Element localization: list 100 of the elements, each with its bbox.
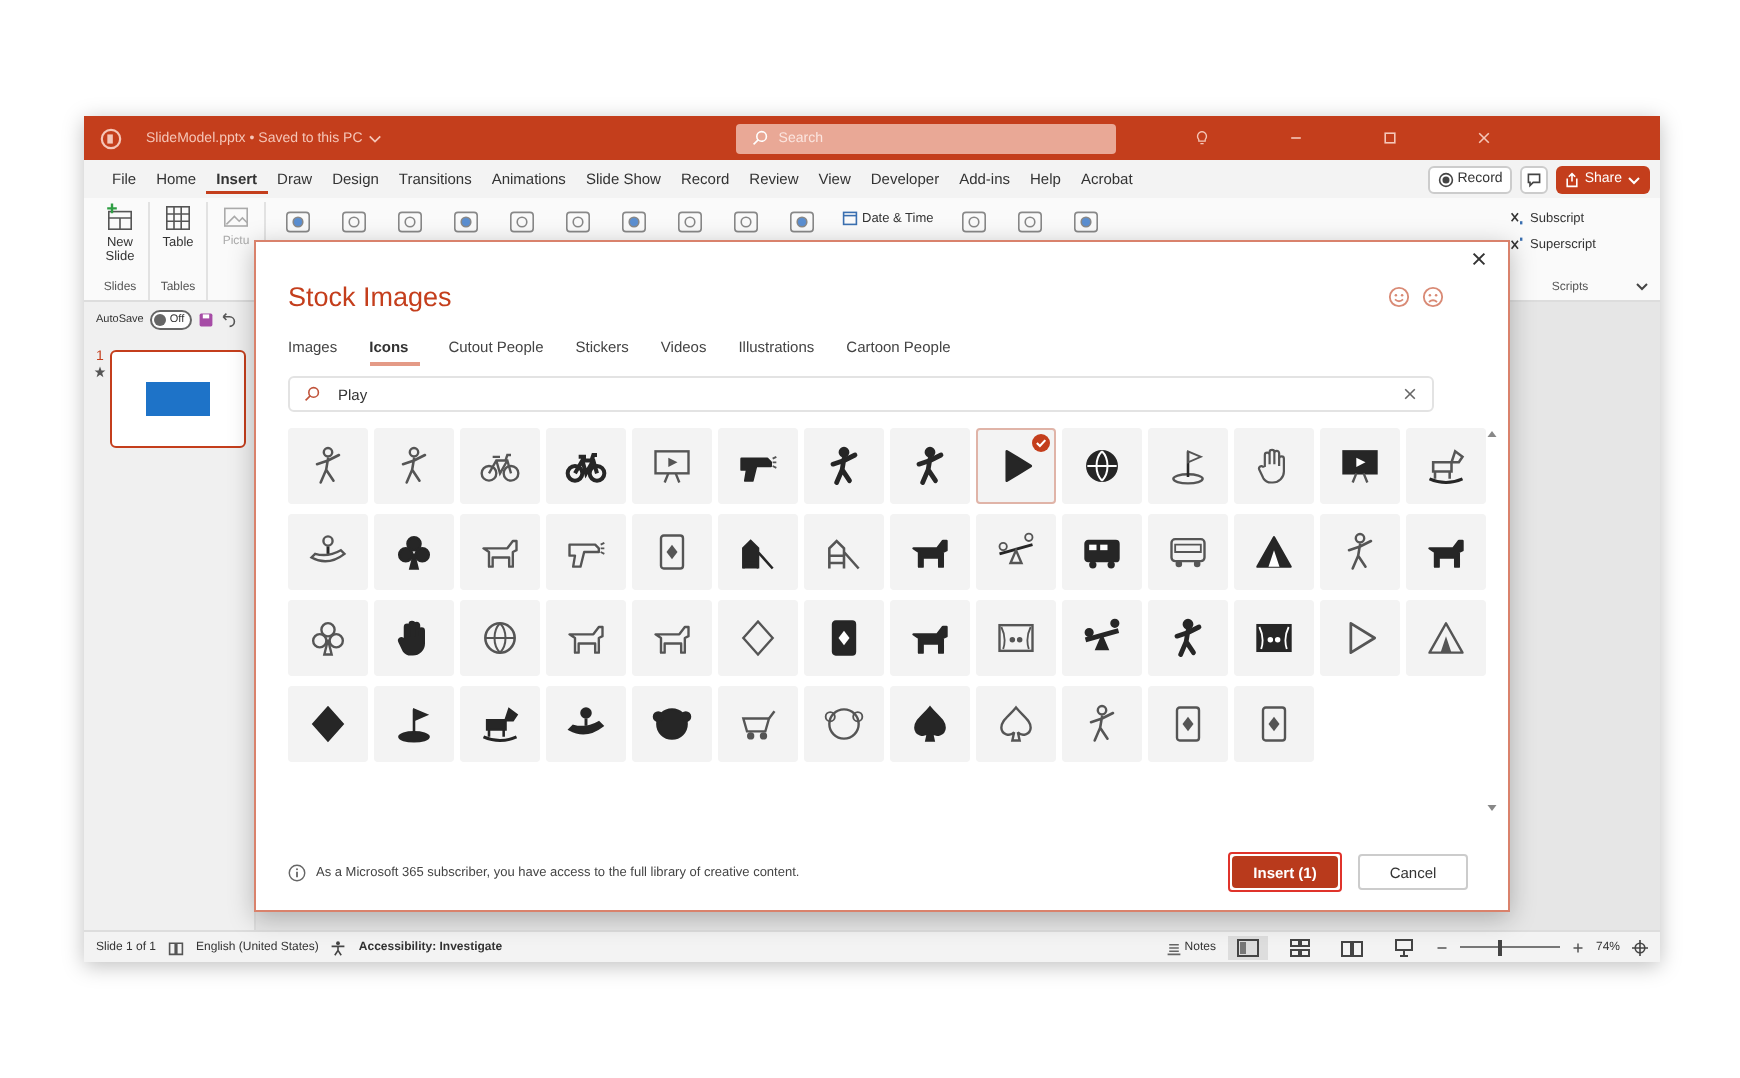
zoom-thumb[interactable] [1497, 939, 1502, 955]
icon-tile[interactable] [460, 686, 540, 762]
ribbon-tool-icon[interactable] [394, 206, 426, 238]
icon-tile[interactable] [460, 514, 540, 590]
smile-icon[interactable] [1388, 285, 1410, 307]
caret-icon [1626, 171, 1642, 187]
icon-tile[interactable] [718, 514, 798, 590]
app-logo-icon [100, 127, 122, 149]
ribbon-tool-icon[interactable] [730, 206, 762, 238]
icon-tile[interactable] [546, 428, 626, 504]
icon-tile[interactable] [1406, 514, 1486, 590]
icon-tile[interactable] [1062, 686, 1142, 762]
icon-tile[interactable] [1148, 686, 1228, 762]
icon-tile[interactable] [804, 514, 884, 590]
comments-button[interactable] [1520, 165, 1549, 193]
icon-tile[interactable] [976, 686, 1056, 762]
icon-tile[interactable] [288, 600, 368, 676]
zoom-slider[interactable] [1459, 939, 1560, 955]
new-slide-icon [104, 202, 136, 234]
undo-icon[interactable] [220, 312, 237, 328]
presentation-screen-icon [650, 444, 694, 488]
icon-tile[interactable] [632, 600, 712, 676]
scroll-up-icon[interactable] [1486, 428, 1498, 440]
icon-tile[interactable] [1234, 428, 1314, 504]
icon-tile[interactable] [804, 600, 884, 676]
icon-tile[interactable] [460, 428, 540, 504]
chevron-down-icon[interactable] [1634, 278, 1650, 294]
lightbulb-icon[interactable] [1194, 130, 1211, 146]
ribbon-tool-icon[interactable] [1069, 206, 1102, 238]
scroll-down-icon[interactable] [1486, 802, 1498, 814]
icon-tile[interactable] [890, 686, 970, 762]
zoom-in-icon[interactable] [1571, 941, 1584, 953]
icon-tile[interactable] [1062, 428, 1142, 504]
icon-tile[interactable] [1320, 514, 1400, 590]
icon-tile[interactable] [718, 600, 798, 676]
chevron-icon[interactable] [368, 131, 383, 145]
checkmark-icon [1032, 434, 1050, 452]
ribbon-tool-icon[interactable] [618, 206, 650, 238]
ribbon-tool-icon[interactable] [1013, 206, 1046, 238]
icon-tile[interactable] [1062, 600, 1142, 676]
maximize-icon[interactable] [1382, 130, 1399, 146]
icon-tile[interactable] [1062, 514, 1142, 590]
normal-view-icon[interactable] [1227, 935, 1268, 959]
icon-tile[interactable] [976, 514, 1056, 590]
ribbon-tool-icon[interactable] [562, 206, 594, 238]
frown-icon[interactable] [1422, 285, 1444, 307]
icon-tile[interactable] [1406, 600, 1486, 676]
icon-tile[interactable] [288, 428, 368, 504]
icon-tile[interactable] [1148, 428, 1228, 504]
icon-tile[interactable] [1406, 428, 1486, 504]
icon-tile[interactable] [546, 600, 626, 676]
zoom-out-icon[interactable] [1435, 941, 1448, 953]
ribbon-tool-icon[interactable] [506, 206, 538, 238]
ribbon-tool-icon[interactable] [786, 206, 818, 238]
dialog-title: Stock Images [288, 281, 452, 311]
icon-tile[interactable] [632, 428, 712, 504]
icon-tile[interactable] [546, 514, 626, 590]
icon-tile[interactable] [632, 514, 712, 590]
icon-tile[interactable] [288, 514, 368, 590]
rocking-horse-icon [1424, 444, 1468, 488]
ribbon-tool-icon[interactable] [674, 206, 706, 238]
slide-thumbnail[interactable] [110, 350, 246, 448]
icon-tile[interactable] [890, 600, 970, 676]
fit-slide-icon[interactable] [1632, 939, 1648, 955]
icon-tile[interactable] [890, 514, 970, 590]
close-icon[interactable] [1470, 249, 1488, 267]
icon-tile[interactable] [288, 686, 368, 762]
presentation-screen-icon [1338, 444, 1382, 488]
icon-tile[interactable] [1234, 600, 1314, 676]
diamond-icon [736, 616, 780, 660]
icon-tile[interactable] [1234, 514, 1314, 590]
icon-tile[interactable] [1148, 600, 1228, 676]
icon-tile[interactable] [546, 686, 626, 762]
icon-tile[interactable] [1148, 514, 1228, 590]
ribbon-tool-icon[interactable] [957, 206, 990, 238]
icon-tile[interactable] [976, 428, 1056, 504]
icon-tile[interactable] [374, 428, 454, 504]
icon-tile[interactable] [718, 428, 798, 504]
icon-tile[interactable] [1320, 600, 1400, 676]
icon-tile[interactable] [804, 428, 884, 504]
icon-tile[interactable] [804, 686, 884, 762]
icon-tile[interactable] [1320, 428, 1400, 504]
icon-tile[interactable] [976, 600, 1056, 676]
icon-tile[interactable] [890, 428, 970, 504]
icon-tile[interactable] [1234, 686, 1314, 762]
icon-tile[interactable] [632, 686, 712, 762]
icon-tile[interactable] [374, 600, 454, 676]
clear-icon[interactable] [1402, 386, 1418, 402]
book-icon[interactable] [168, 939, 185, 955]
info-icon [288, 863, 306, 881]
icon-tile[interactable] [374, 514, 454, 590]
icon-tile[interactable] [460, 600, 540, 676]
ribbon-tool-icon[interactable] [282, 206, 314, 238]
accessibility-icon[interactable] [330, 939, 347, 955]
circus-tent-icon [1424, 616, 1468, 660]
ribbon-tool-icon[interactable] [338, 206, 370, 238]
icon-tile[interactable] [718, 686, 798, 762]
icon-tile[interactable] [374, 686, 454, 762]
save-icon[interactable] [198, 312, 215, 328]
ribbon-tool-icon[interactable] [450, 206, 482, 238]
